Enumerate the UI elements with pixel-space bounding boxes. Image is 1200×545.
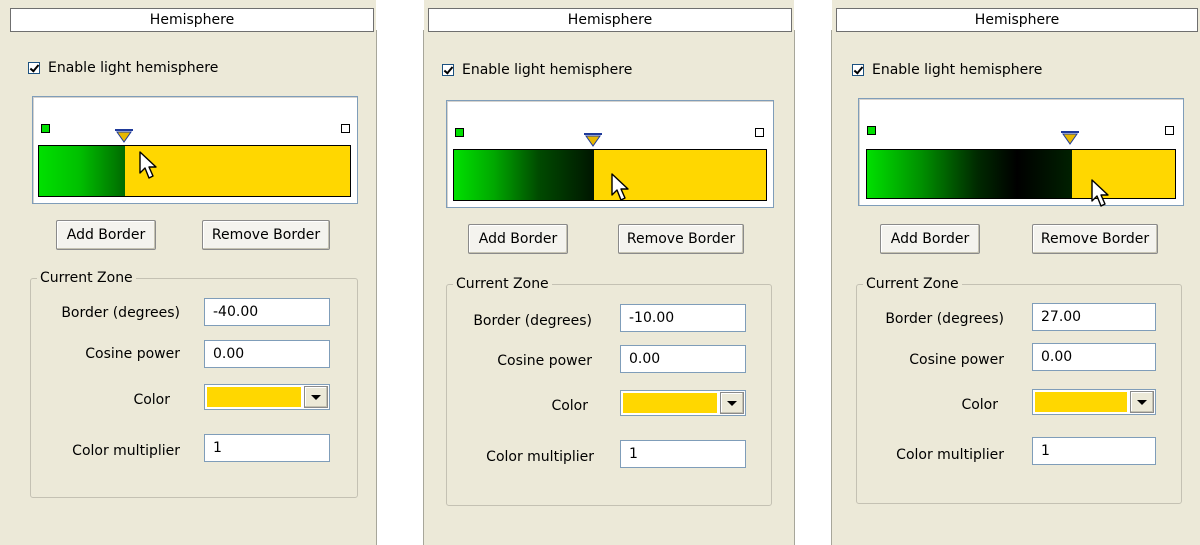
- remove-border-button[interactable]: Remove Border: [202, 220, 330, 250]
- color-multiplier-input[interactable]: 1: [620, 440, 746, 468]
- cosine-power-input[interactable]: 0.00: [1032, 343, 1156, 371]
- enable-hemisphere-checkbox[interactable]: [442, 64, 454, 76]
- enable-hemisphere-label: Enable light hemisphere: [462, 62, 633, 78]
- right-end-handle[interactable]: [1165, 126, 1174, 135]
- border-degrees-input[interactable]: -10.00: [620, 304, 746, 332]
- color-multiplier-input[interactable]: 1: [204, 434, 330, 462]
- gradient-editor[interactable]: [858, 98, 1184, 207]
- current-zone-title: Current Zone: [863, 275, 962, 293]
- color-multiplier-input[interactable]: 1: [1032, 437, 1156, 465]
- color-multiplier-label: Color multiplier: [486, 449, 594, 465]
- enable-hemisphere-row[interactable]: Enable light hemisphere: [442, 62, 632, 78]
- enable-hemisphere-label: Enable light hemisphere: [872, 62, 1043, 78]
- remove-border-button[interactable]: Remove Border: [618, 224, 744, 254]
- color-swatch: [207, 387, 301, 407]
- mouse-cursor-icon: [1091, 179, 1109, 207]
- color-multiplier-label: Color multiplier: [72, 443, 180, 459]
- border-degrees-input[interactable]: -40.00: [204, 298, 330, 326]
- border-degrees-label: Border (degrees): [885, 311, 1004, 327]
- panel-header: Hemisphere: [10, 8, 374, 32]
- dropdown-arrow-button[interactable]: [304, 386, 328, 408]
- gradient-bar[interactable]: [453, 149, 767, 201]
- cosine-power-label: Cosine power: [85, 346, 180, 362]
- hemisphere-panel-1: Hemisphere Enable light hemisphere Add B…: [0, 0, 377, 545]
- chevron-down-icon: [1137, 399, 1147, 405]
- color-multiplier-label: Color multiplier: [896, 447, 1004, 463]
- gradient-editor[interactable]: [32, 96, 358, 204]
- color-label: Color: [133, 392, 170, 408]
- color-label: Color: [551, 398, 588, 414]
- gradient-bar[interactable]: [866, 149, 1176, 199]
- border-degrees-label: Border (degrees): [473, 313, 592, 329]
- left-end-handle[interactable]: [41, 124, 50, 133]
- enable-hemisphere-checkbox[interactable]: [28, 62, 40, 74]
- cosine-power-input[interactable]: 0.00: [204, 340, 330, 368]
- left-end-handle[interactable]: [455, 128, 464, 137]
- gradient-bar[interactable]: [38, 145, 351, 197]
- add-border-button[interactable]: Add Border: [880, 224, 980, 254]
- border-marker-icon[interactable]: [584, 133, 602, 147]
- current-zone-title: Current Zone: [37, 269, 136, 287]
- hemisphere-panel-2: Hemisphere Enable light hemisphere Add B…: [423, 0, 795, 545]
- panel-header: Hemisphere: [428, 8, 792, 32]
- enable-hemisphere-label: Enable light hemisphere: [48, 60, 219, 76]
- enable-hemisphere-row[interactable]: Enable light hemisphere: [852, 62, 1042, 78]
- add-border-button[interactable]: Add Border: [56, 220, 156, 250]
- border-marker-icon[interactable]: [1061, 131, 1079, 145]
- enable-hemisphere-row[interactable]: Enable light hemisphere: [28, 60, 218, 76]
- color-swatch: [623, 393, 717, 413]
- mouse-cursor-icon: [611, 173, 629, 201]
- cosine-power-label: Cosine power: [497, 353, 592, 369]
- color-select[interactable]: [204, 384, 330, 410]
- enable-hemisphere-checkbox[interactable]: [852, 64, 864, 76]
- panel-border: [423, 30, 424, 545]
- dropdown-arrow-button[interactable]: [720, 392, 744, 414]
- border-marker-icon[interactable]: [115, 129, 133, 143]
- cosine-power-label: Cosine power: [909, 352, 1004, 368]
- right-end-handle[interactable]: [341, 124, 350, 133]
- add-border-button[interactable]: Add Border: [468, 224, 568, 254]
- panel-border: [831, 30, 832, 545]
- panel-border: [794, 30, 795, 545]
- dropdown-arrow-button[interactable]: [1130, 391, 1154, 413]
- panel-header: Hemisphere: [836, 8, 1198, 32]
- panel-border: [376, 30, 377, 545]
- color-select[interactable]: [1032, 389, 1156, 415]
- border-degrees-label: Border (degrees): [61, 305, 180, 321]
- left-end-handle[interactable]: [867, 126, 876, 135]
- chevron-down-icon: [727, 400, 737, 406]
- border-degrees-input[interactable]: 27.00: [1032, 303, 1156, 331]
- hemisphere-panel-3: Hemisphere Enable light hemisphere Add B…: [831, 0, 1200, 545]
- mouse-cursor-icon: [139, 151, 157, 179]
- remove-border-button[interactable]: Remove Border: [1032, 224, 1158, 254]
- color-swatch: [1035, 392, 1127, 412]
- gradient-editor[interactable]: [446, 100, 774, 208]
- right-end-handle[interactable]: [755, 128, 764, 137]
- color-select[interactable]: [620, 390, 746, 416]
- color-label: Color: [961, 397, 998, 413]
- cosine-power-input[interactable]: 0.00: [620, 345, 746, 373]
- chevron-down-icon: [311, 394, 321, 400]
- current-zone-title: Current Zone: [453, 275, 552, 293]
